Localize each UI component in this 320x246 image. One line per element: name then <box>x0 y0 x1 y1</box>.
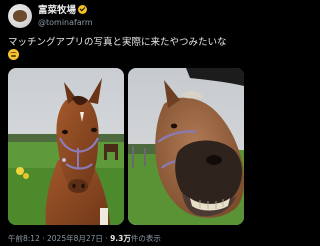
tweet-time[interactable]: 午前8:12 <box>8 234 40 243</box>
verified-badge-icon <box>78 5 88 14</box>
tweet-photo-right[interactable] <box>128 68 244 225</box>
horse-avatar-icon <box>13 10 27 22</box>
tweet-photo-left[interactable] <box>8 68 124 225</box>
tweet-date[interactable]: 2025年8月27日 <box>47 234 103 243</box>
meta-separator-2: · <box>105 234 108 243</box>
horse-closeup-photo <box>128 68 244 225</box>
tweet-header: 富菜牧場 @tominafarm <box>8 4 242 30</box>
avatar[interactable] <box>8 4 32 28</box>
tweet-text: マッチングアプリの写真と実際に来たやつみたいな <box>8 36 242 63</box>
display-name[interactable]: 富菜牧場 <box>38 5 76 16</box>
user-handle[interactable]: @tominafarm <box>38 18 93 28</box>
meta-separator: · <box>42 234 45 243</box>
view-count: 9.3万 <box>110 234 131 243</box>
tweet-meta: 午前8:12 · 2025年8月27日 · 9.3万件の表示 <box>8 234 161 244</box>
horse-portrait-photo <box>8 68 124 225</box>
display-name-row[interactable]: 富菜牧場 <box>38 5 88 17</box>
tweet-body: マッチングアプリの写真と実際に来たやつみたいな <box>8 37 227 48</box>
sweat-smile-emoji-icon <box>8 49 19 60</box>
view-count-label: 件の表示 <box>130 234 161 243</box>
